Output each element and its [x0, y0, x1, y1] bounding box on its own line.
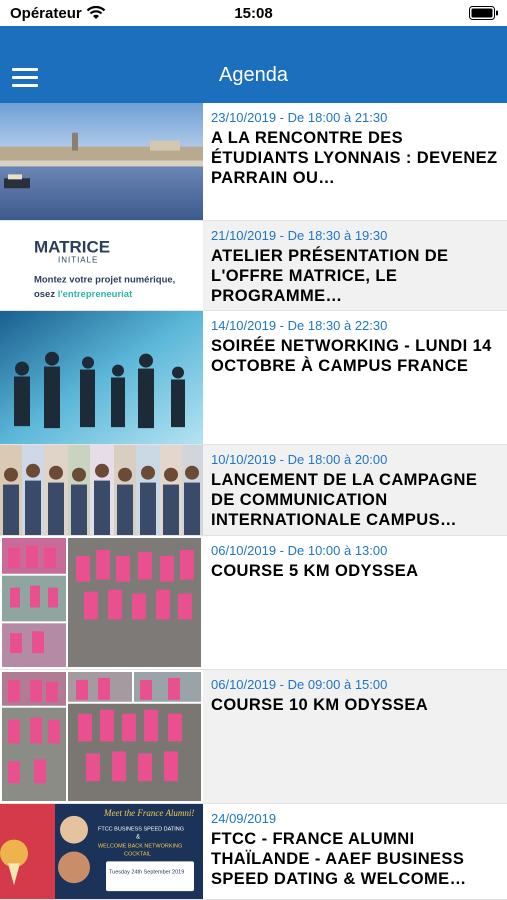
event-image-odyssea-10km	[0, 670, 203, 803]
matrice-logo-sub: INITIALE	[58, 256, 98, 265]
event-title: LANCEMENT DE LA CAMPAGNE DE COMMUNICATIO…	[211, 471, 478, 529]
event-row[interactable]: Meet the France Alumni! FTCC BUSINESS SP…	[0, 804, 507, 900]
event-image-campaign-portraits	[0, 445, 203, 535]
ftcc-date: Tuesday 24th September 2019	[109, 869, 184, 875]
navigation-bar: Agenda	[0, 26, 507, 103]
event-title: SOIRÉE NETWORKING - LUNDI 14 OCTOBRE À C…	[211, 337, 492, 375]
event-title: ATELIER PRÉSENTATION DE L'OFFRE MATRICE,…	[211, 247, 449, 305]
ftcc-line2: &	[136, 835, 140, 841]
event-image-ftcc: Meet the France Alumni! FTCC BUSINESS SP…	[0, 804, 203, 899]
ftcc-line4: COCKTAIL	[124, 851, 151, 857]
event-date: 06/10/2019 - De 10:00 à 13:00	[211, 543, 388, 558]
event-image-matrice: MATRICE INITIALE Montez votre projet num…	[0, 221, 203, 310]
battery-icon	[469, 6, 498, 20]
event-title: A LA RENCONTRE DES ÉTUDIANTS LYONNAIS : …	[211, 129, 498, 187]
event-image-odyssea-5km	[0, 536, 203, 669]
ftcc-line3: WELCOME BACK NETWORKING	[98, 844, 182, 850]
event-list[interactable]: 23/10/2019 - De 18:00 à 21:30 A LA RENCO…	[0, 103, 507, 900]
clock-label: 15:08	[234, 5, 273, 22]
event-date: 23/10/2019 - De 18:00 à 21:30	[211, 110, 388, 125]
matrice-line2-accent: l'entrepreneuriat	[58, 289, 133, 300]
page-title: Agenda	[219, 64, 288, 86]
matrice-logo-text: MATRICE	[34, 238, 110, 257]
event-date: 14/10/2019 - De 18:30 à 22:30	[211, 318, 388, 333]
event-image-lyon-river	[0, 103, 203, 220]
event-row[interactable]: 14/10/2019 - De 18:30 à 22:30 SOIRÉE NET…	[0, 311, 507, 445]
event-row[interactable]: 10/10/2019 - De 18:00 à 20:00 LANCEMENT …	[0, 445, 507, 536]
event-title: FTCC - FRANCE ALUMNI THAÏLANDE - AAEF BU…	[211, 830, 467, 888]
event-date: 21/10/2019 - De 18:30 à 19:30	[211, 228, 388, 243]
event-date: 06/10/2019 - De 09:00 à 15:00	[211, 677, 388, 692]
event-row[interactable]: 06/10/2019 - De 10:00 à 13:00 COURSE 5 K…	[0, 536, 507, 670]
matrice-line2: osez	[34, 289, 55, 300]
event-date: 24/09/2019	[211, 811, 277, 826]
event-row[interactable]: MATRICE INITIALE Montez votre projet num…	[0, 221, 507, 311]
matrice-line1: Montez votre projet numérique,	[34, 274, 175, 285]
event-date: 10/10/2019 - De 18:00 à 20:00	[211, 452, 388, 467]
ftcc-line1: FTCC BUSINESS SPEED DATING	[98, 827, 184, 833]
event-row[interactable]: 06/10/2019 - De 09:00 à 15:00 COURSE 10 …	[0, 670, 507, 804]
status-bar: Opérateur 15:08	[0, 0, 507, 26]
svg-text:osez l'entrepreneuriat: osez l'entrepreneuriat	[34, 289, 133, 300]
ftcc-header: Meet the France Alumni!	[103, 808, 194, 818]
event-title: COURSE 5 KM ODYSSEA	[211, 562, 419, 580]
event-row[interactable]: 23/10/2019 - De 18:00 à 21:30 A LA RENCO…	[0, 103, 507, 221]
event-image-networking	[0, 311, 203, 444]
event-title: COURSE 10 KM ODYSSEA	[211, 696, 429, 714]
